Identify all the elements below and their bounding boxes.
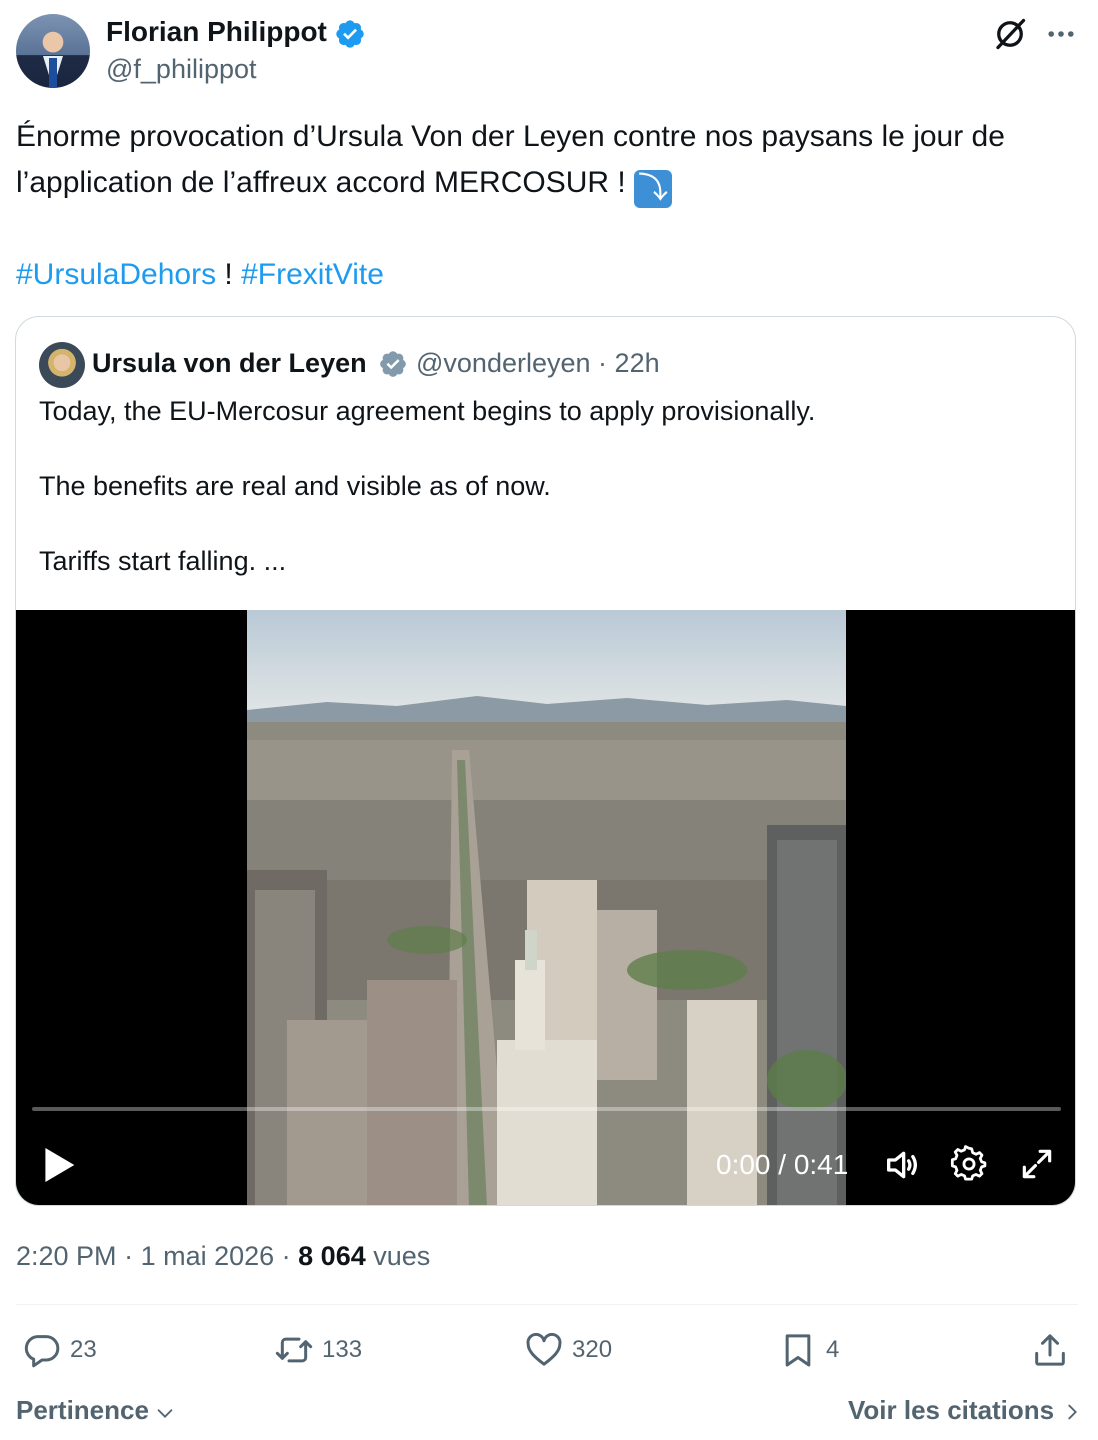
meta-dot: · xyxy=(598,348,608,378)
hashtag-separator: ! xyxy=(216,258,242,291)
verified-icon xyxy=(380,351,406,377)
arrow-down-emoji: ⤵ xyxy=(634,170,673,208)
quotes-label: Voir les citations xyxy=(848,1395,1055,1425)
sort-label: Pertinence xyxy=(16,1395,149,1425)
share-icon[interactable] xyxy=(1030,1330,1070,1370)
author-avatar[interactable] xyxy=(16,14,90,88)
quoted-author-avatar xyxy=(39,342,85,388)
quoted-paragraph: Today, the EU-Mercosur agreement begins … xyxy=(39,396,816,426)
views-label: vues xyxy=(365,1241,431,1271)
quoted-author-handle: @vonderleyen xyxy=(416,348,591,378)
quoted-meta: @vonderleyen · 22h xyxy=(416,345,660,381)
tweet-line: Énorme provocation d’Ursula Von der Leye… xyxy=(16,120,1005,199)
verified-icon xyxy=(336,20,364,48)
quoted-tweet-text: Today, the EU-Mercosur agreement begins … xyxy=(39,393,1039,618)
quoted-paragraph: The benefits are real and visible as of … xyxy=(39,471,551,501)
author-name[interactable]: Florian Philippot xyxy=(106,14,327,50)
tweet-date[interactable]: 1 mai 2026 xyxy=(141,1241,275,1271)
chevron-right-icon xyxy=(1068,1404,1078,1420)
quoted-tweet-card[interactable]: Ursula von der Leyen @vonderleyen · 22h … xyxy=(15,316,1076,1206)
meta-separator: · xyxy=(274,1241,299,1271)
like-button[interactable]: 320 xyxy=(524,1330,612,1370)
settings-icon[interactable] xyxy=(950,1145,988,1183)
author-handle[interactable]: @f_philippot xyxy=(106,52,257,86)
play-icon[interactable] xyxy=(42,1146,76,1184)
tweet-time[interactable]: 2:20 PM xyxy=(16,1241,117,1271)
hashtag-link[interactable]: #UrsulaDehors xyxy=(16,258,216,291)
video-time: 0:00 / 0:41 xyxy=(716,1149,849,1180)
divider xyxy=(16,1304,1078,1305)
reply-count: 23 xyxy=(70,1336,97,1363)
retweet-count: 133 xyxy=(322,1336,363,1363)
video-progress-bar[interactable] xyxy=(32,1107,1061,1111)
cityscape-illustration xyxy=(247,610,846,1205)
like-count: 320 xyxy=(572,1336,613,1363)
tweet-meta: 2:20 PM · 1 mai 2026 · 8 064 vues xyxy=(16,1238,430,1274)
tweet-text: Énorme provocation d’Ursula Von der Leye… xyxy=(16,114,1066,298)
quoted-time: 22h xyxy=(614,348,660,378)
video-frame-cityscape xyxy=(247,610,846,1205)
bookmark-button[interactable]: 4 xyxy=(778,1330,839,1370)
chevron-down-icon xyxy=(157,1409,173,1418)
quoted-author-name: Ursula von der Leyen xyxy=(92,348,367,378)
like-icon xyxy=(526,1332,562,1366)
more-icon[interactable] xyxy=(1044,20,1078,48)
volume-icon[interactable] xyxy=(882,1145,922,1185)
view-count: 8 064 xyxy=(298,1241,366,1271)
video-player[interactable]: 0:00 / 0:41 xyxy=(16,610,1075,1205)
meta-separator: · xyxy=(116,1241,141,1271)
retweet-button[interactable]: 133 xyxy=(274,1330,362,1370)
reply-icon xyxy=(24,1335,60,1368)
sort-dropdown[interactable]: Pertinence xyxy=(16,1392,176,1428)
fullscreen-icon[interactable] xyxy=(1018,1145,1056,1183)
bookmark-icon xyxy=(785,1334,811,1367)
grok-icon[interactable] xyxy=(992,16,1028,52)
view-quotes-link[interactable]: Voir les citations xyxy=(848,1392,1083,1428)
bookmark-count: 4 xyxy=(826,1336,840,1363)
retweet-icon xyxy=(275,1337,313,1363)
hashtag-link[interactable]: #FrexitVite xyxy=(241,258,384,291)
reply-button[interactable]: 23 xyxy=(22,1330,97,1370)
quoted-paragraph: Tariffs start falling. ... xyxy=(39,546,287,576)
